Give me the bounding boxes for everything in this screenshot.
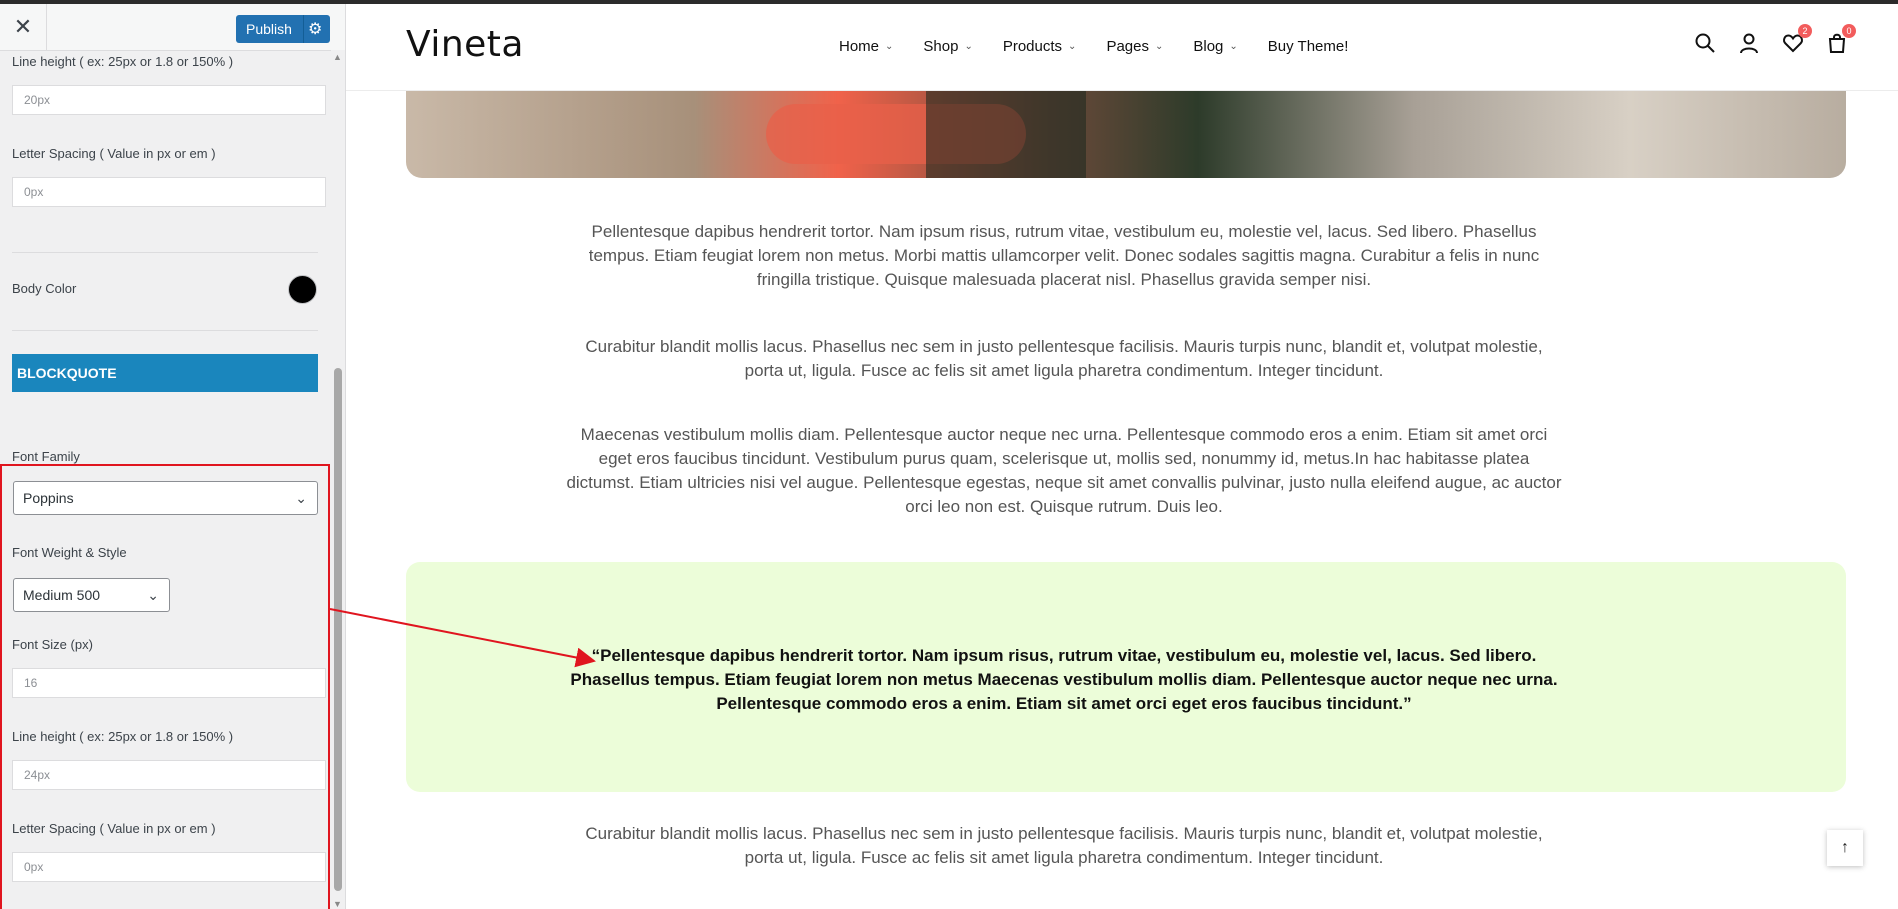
- blockquote-section-header[interactable]: BLOCKQUOTE: [12, 354, 318, 392]
- hero-image: [406, 84, 1846, 178]
- line-height-input-2[interactable]: 24px: [12, 760, 326, 790]
- chevron-down-icon: ⌄: [295, 490, 307, 506]
- bag-icon[interactable]: 0: [1826, 24, 1856, 54]
- nav-label: Blog: [1193, 38, 1224, 55]
- divider: [12, 330, 318, 331]
- scroll-up-icon[interactable]: ▲: [333, 52, 342, 62]
- font-family-value: Poppins: [23, 490, 74, 506]
- nav-item-pages[interactable]: Pages ⌄: [1106, 38, 1163, 55]
- font-size-input[interactable]: 16: [12, 668, 326, 698]
- gear-icon[interactable]: ⚙: [308, 19, 322, 39]
- letter-spacing-label-2: Letter Spacing ( Value in px or em ): [12, 821, 216, 836]
- paragraph: Maecenas vestibulum mollis diam. Pellent…: [566, 425, 1562, 516]
- site-preview: Vineta Home ⌄ Shop ⌄ Products ⌄ Pages ⌄ Blog…: [346, 4, 1898, 909]
- font-size-label: Font Size (px): [12, 637, 93, 652]
- line-height-label-2: Line height ( ex: 25px or 1.8 or 150% ): [12, 729, 234, 744]
- line-height-label: Line height ( ex: 25px or 1.8 or 150% ): [12, 54, 234, 69]
- scroll-thumb[interactable]: [334, 368, 342, 891]
- nav-label: Home: [839, 38, 880, 55]
- nav-item-products[interactable]: Products ⌄: [1003, 38, 1077, 55]
- scroll-down-icon[interactable]: ▼: [333, 899, 342, 909]
- nav-label: Buy Theme!: [1267, 38, 1349, 55]
- paragraph: Curabitur blandit mollis lacus. Phasellu…: [585, 337, 1543, 380]
- font-family-label: Font Family: [12, 449, 80, 464]
- heart-icon[interactable]: 2: [1782, 24, 1812, 54]
- customizer-header: ✕ Publish ⚙: [0, 4, 345, 51]
- body-color-label: Body Color: [12, 281, 77, 296]
- font-weight-label: Font Weight & Style: [12, 545, 127, 560]
- nav-item-buy-theme[interactable]: Buy Theme!: [1268, 38, 1349, 55]
- publish-divider: [303, 15, 304, 43]
- font-family-select[interactable]: Poppins ⌄: [13, 481, 318, 515]
- line-height-input[interactable]: 20px: [12, 85, 326, 115]
- blockquote-text: “Pellentesque dapibus hendrerit tortor. …: [570, 646, 1558, 713]
- header-icons: 2 0: [1694, 24, 1856, 54]
- close-button[interactable]: ✕: [0, 4, 47, 50]
- chevron-down-icon: ⌄: [1154, 41, 1164, 52]
- letter-spacing-input-2[interactable]: 0px: [12, 852, 326, 882]
- nav-label: Pages: [1106, 38, 1149, 55]
- nav-item-home[interactable]: Home ⌄: [839, 38, 893, 55]
- nav-label: Products: [1002, 38, 1063, 55]
- chevron-down-icon: ⌄: [964, 41, 973, 52]
- scrollbar[interactable]: ▲ ▼: [331, 50, 345, 909]
- font-weight-select[interactable]: Medium 500 ⌄: [13, 578, 170, 612]
- nav-label: Shop: [923, 38, 959, 55]
- site-logo[interactable]: Vineta: [406, 24, 524, 65]
- main-nav: Home ⌄ Shop ⌄ Products ⌄ Pages ⌄ Blog ⌄ Buy T…: [839, 38, 1378, 55]
- arrow-up-icon: ↑: [1841, 839, 1849, 856]
- window-top-border: [0, 0, 1898, 4]
- chevron-down-icon: ⌄: [885, 41, 894, 52]
- letter-spacing-input[interactable]: 0px: [12, 177, 326, 207]
- chevron-down-icon: ⌄: [1068, 41, 1077, 52]
- bike-wheel-shape: [926, 84, 1086, 178]
- letter-spacing-label: Letter Spacing ( Value in px or em ): [12, 146, 216, 161]
- paragraph: Curabitur blandit mollis lacus. Phasellu…: [585, 824, 1543, 867]
- body-color-swatch[interactable]: [288, 275, 317, 304]
- customizer-sidebar: ✕ Publish ⚙ Line height ( ex: 25px or 1.…: [0, 0, 346, 909]
- site-header: Vineta Home ⌄ Shop ⌄ Products ⌄ Pages ⌄ Blog…: [346, 4, 1898, 91]
- publish-label: Publish: [246, 21, 292, 37]
- wishlist-badge: 2: [1798, 24, 1812, 38]
- cart-badge: 0: [1842, 24, 1856, 38]
- paragraph: Pellentesque dapibus hendrerit tortor. N…: [588, 222, 1540, 289]
- back-to-top-button[interactable]: ↑: [1827, 830, 1863, 866]
- divider: [12, 252, 318, 253]
- user-icon[interactable]: [1738, 32, 1760, 54]
- nav-item-blog[interactable]: Blog ⌄: [1193, 38, 1237, 55]
- customizer-panel: Line height ( ex: 25px or 1.8 or 150% ) …: [0, 50, 330, 909]
- chevron-down-icon: ⌄: [1229, 41, 1238, 52]
- nav-item-shop[interactable]: Shop ⌄: [923, 38, 972, 55]
- font-weight-value: Medium 500: [23, 587, 101, 603]
- chevron-down-icon: ⌄: [147, 587, 159, 603]
- publish-button[interactable]: Publish ⚙: [236, 15, 330, 43]
- close-icon: ✕: [13, 14, 33, 39]
- search-icon[interactable]: [1694, 32, 1716, 54]
